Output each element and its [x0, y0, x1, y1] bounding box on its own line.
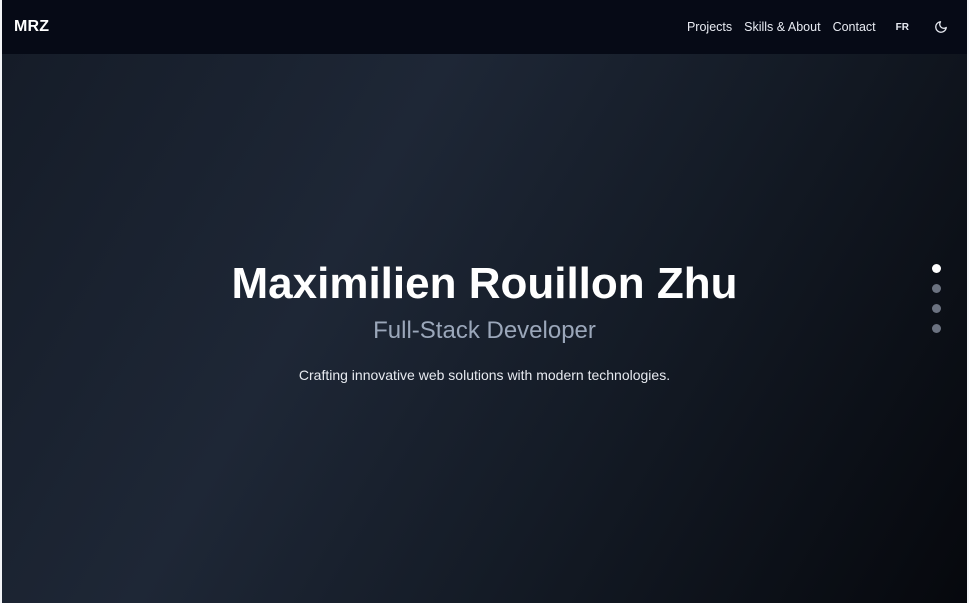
language-toggle[interactable]: FR: [896, 22, 909, 33]
section-dot-3[interactable]: [932, 304, 941, 313]
nav-link-contact[interactable]: Contact: [833, 20, 876, 34]
moon-icon: [935, 21, 947, 33]
hero-subtitle: Full-Stack Developer: [373, 317, 596, 344]
hero-tagline: Crafting innovative web solutions with m…: [298, 367, 671, 383]
navbar: MRZ Projects Skills & About Contact FR: [2, 0, 967, 54]
nav-link-skills-about[interactable]: Skills & About: [744, 20, 820, 34]
hero-title: Maximilien Rouillon Zhu: [231, 259, 738, 308]
hero-section: Maximilien Rouillon Zhu Full-Stack Devel…: [2, 54, 967, 603]
section-dot-4[interactable]: [932, 324, 941, 333]
section-dot-2[interactable]: [932, 284, 941, 293]
nav-link-projects[interactable]: Projects: [687, 20, 732, 34]
section-dot-1[interactable]: [932, 264, 941, 273]
hero-content: Maximilien Rouillon Zhu Full-Stack Devel…: [2, 259, 967, 383]
page: MRZ Projects Skills & About Contact FR M…: [0, 0, 969, 603]
logo[interactable]: MRZ: [14, 18, 49, 36]
main-nav: Projects Skills & About Contact FR: [675, 19, 949, 35]
theme-toggle-button[interactable]: [933, 19, 949, 35]
section-nav-dots: [932, 264, 941, 333]
